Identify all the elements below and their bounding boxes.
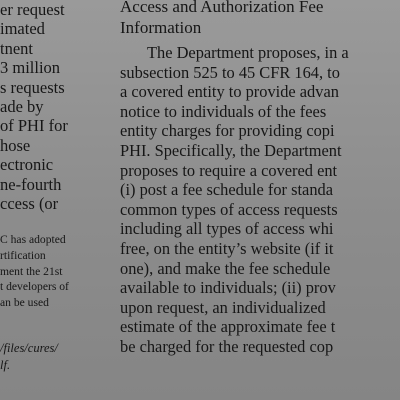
right-column: Access and Authorization Fee Information… <box>120 0 400 400</box>
footnote-line: t developers of <box>0 280 69 294</box>
body-line: free, on the entity’s website (if it <box>120 238 334 258</box>
body-line: (i) post a fee schedule for standa <box>120 180 333 200</box>
left-text-line: tnent <box>0 38 33 58</box>
body-line: subsection 525 to 45 CFR 164, to <box>120 62 340 82</box>
left-text-line: ccess (or <box>0 194 59 214</box>
body-line: entity charges for providing copi <box>120 121 335 141</box>
left-footnote: C has adopted rtification ment the 21st … <box>0 232 112 311</box>
body-line: be charged for the requested cop <box>120 336 334 356</box>
footnote-line: an be used <box>0 296 49 310</box>
heading-line: Information <box>120 18 202 37</box>
left-column: er request imated tnent 3 million s requ… <box>0 0 112 400</box>
left-text-line: of PHI for <box>0 116 68 136</box>
left-text-line: er request <box>0 0 65 19</box>
body-line: common types of access requests <box>120 199 338 219</box>
body-line: proposes to require a covered ent <box>120 160 338 180</box>
footnote-url: /files/cures/ lf. <box>0 340 112 374</box>
body-line: available to individuals; (ii) prov <box>120 278 336 298</box>
section-heading: Access and Authorization Fee Information <box>120 0 400 38</box>
left-text-line: ne-fourth <box>0 174 62 194</box>
footnote-line: rtification <box>0 248 46 262</box>
body-line: notice to individuals of the fees <box>120 101 327 121</box>
body-line: PHI. Specifically, the Department <box>120 140 342 160</box>
left-column-text: er request imated tnent 3 million s requ… <box>0 0 112 213</box>
scanned-document-page: er request imated tnent 3 million s requ… <box>0 0 400 400</box>
section-body: The Department proposes, in a subsection… <box>120 43 400 357</box>
body-line: including all types of access whi <box>120 219 334 239</box>
body-line: The Department proposes, in a <box>147 43 349 62</box>
left-text-line: hose <box>0 135 31 155</box>
left-text-line: s requests <box>0 77 65 97</box>
body-line: upon request, an individualized <box>120 297 326 317</box>
left-text-line: ade by <box>0 97 44 117</box>
body-line: one), and make the fee schedule <box>120 258 331 278</box>
body-line: estimate of the approximate fee t <box>120 317 336 337</box>
footnote-line: ment the 21st <box>0 264 63 278</box>
left-text-line: imated <box>0 19 45 39</box>
left-text-line: ectronic <box>0 155 54 175</box>
footnote-url-line: /files/cures/ <box>0 341 58 355</box>
body-line: a covered entity to provide advan <box>120 82 339 102</box>
footnote-line: C has adopted <box>0 233 66 246</box>
footnote-url-line: lf. <box>0 358 11 372</box>
heading-line: Access and Authorization Fee <box>120 0 324 16</box>
left-text-line: 3 million <box>0 58 61 78</box>
